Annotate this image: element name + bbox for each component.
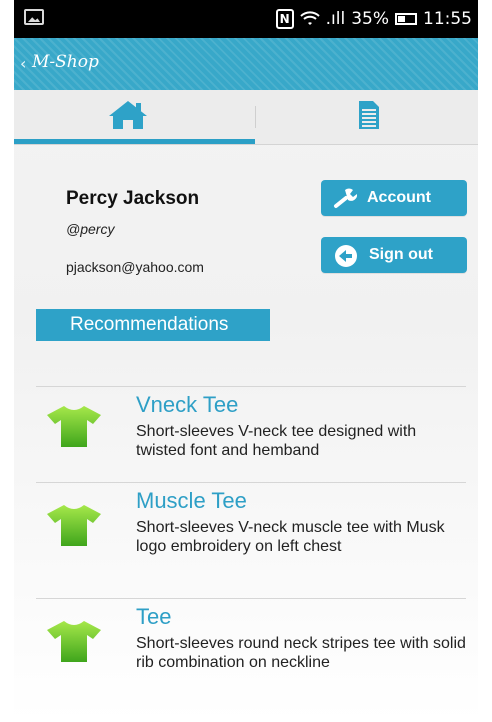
product-description: Short-sleeves V-neck muscle tee with Mus… (136, 519, 445, 555)
active-tab-indicator (14, 139, 255, 144)
gallery-notification-icon (24, 9, 44, 25)
home-icon (109, 101, 147, 129)
sign-out-icon (335, 245, 357, 267)
status-indicators: N .ıll 35% 11:55 (275, 5, 472, 33)
list-item[interactable]: Muscle Tee Short-sleeves V-neck muscle t… (36, 482, 466, 599)
wifi-icon (299, 11, 320, 25)
tshirt-icon (47, 621, 101, 662)
wrench-icon (334, 188, 358, 208)
profile-email: pjackson@yahoo.com (66, 259, 204, 275)
recommendations-heading: Recommendations (36, 309, 270, 341)
phone-screen: N .ıll 35% 11:55 ‹ M-Shop Percy Jackson … (14, 0, 478, 722)
battery-percent: 35% (351, 9, 389, 29)
product-description: Short-sleeves V-neck tee designed with t… (136, 423, 417, 459)
tshirt-icon (47, 505, 101, 546)
app-bar: ‹ M-Shop (14, 38, 478, 90)
app-title[interactable]: M-Shop (32, 52, 99, 72)
tab-home[interactable] (14, 90, 246, 144)
signal-icon: .ıll (325, 9, 346, 29)
clock: 11:55 (423, 9, 472, 29)
product-name[interactable]: Vneck Tee (136, 392, 238, 418)
profile-name: Percy Jackson (66, 188, 200, 209)
document-list-icon (359, 101, 379, 129)
account-button[interactable]: Account (321, 180, 467, 216)
recommendations-heading-label: Recommendations (70, 314, 229, 335)
list-item[interactable]: Tee Short-sleeves round neck stripes tee… (36, 598, 466, 711)
nfc-icon: N (275, 9, 294, 29)
battery-icon (395, 13, 417, 25)
sign-out-button-label: Sign out (369, 246, 433, 263)
product-description: Short-sleeves round neck stripes tee wit… (136, 635, 466, 671)
tab-documents[interactable] (246, 90, 478, 144)
sign-out-button[interactable]: Sign out (321, 237, 467, 273)
tshirt-icon (47, 406, 101, 447)
tab-bar (14, 90, 478, 145)
profile-handle: @percy (66, 221, 115, 237)
status-bar: N .ıll 35% 11:55 (14, 0, 478, 38)
list-item[interactable]: Vneck Tee Short-sleeves V-neck tee desig… (36, 386, 466, 483)
account-button-label: Account (367, 189, 431, 206)
product-name[interactable]: Muscle Tee (136, 488, 247, 514)
product-name[interactable]: Tee (136, 604, 171, 630)
back-chevron-icon[interactable]: ‹ (20, 56, 26, 72)
